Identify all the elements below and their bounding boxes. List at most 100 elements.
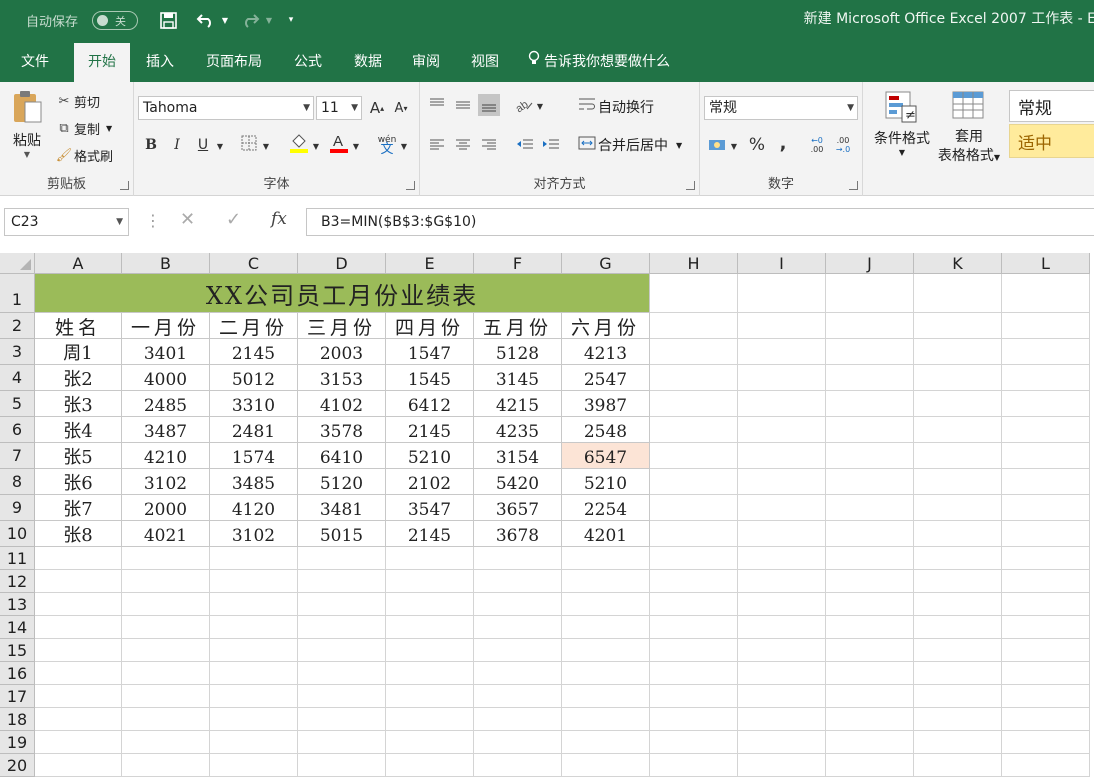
align-right-icon[interactable] xyxy=(478,134,500,156)
cell[interactable] xyxy=(1002,391,1090,417)
value-cell[interactable]: 3401 xyxy=(122,339,210,365)
cell[interactable] xyxy=(738,274,826,313)
column-header[interactable]: L xyxy=(1002,253,1090,274)
employee-name-cell[interactable]: 张4 xyxy=(35,417,122,443)
cancel-icon[interactable]: ✕ xyxy=(180,209,195,230)
value-cell[interactable]: 4000 xyxy=(122,365,210,391)
cell[interactable] xyxy=(826,685,914,708)
cell[interactable] xyxy=(826,313,914,339)
column-header[interactable]: G xyxy=(562,253,650,274)
cell[interactable] xyxy=(738,417,826,443)
row-header[interactable]: 19 xyxy=(0,731,35,754)
align-left-icon[interactable] xyxy=(426,134,448,156)
alignment-launcher-icon[interactable] xyxy=(686,181,695,190)
cell[interactable] xyxy=(386,662,474,685)
cell[interactable] xyxy=(914,639,1002,662)
percent-button[interactable]: % xyxy=(746,134,768,156)
row-header[interactable]: 6 xyxy=(0,417,35,443)
increase-decimal-icon[interactable]: ←0.00 xyxy=(806,134,828,156)
cell[interactable] xyxy=(650,639,738,662)
column-header[interactable]: K xyxy=(914,253,1002,274)
cell[interactable] xyxy=(562,616,650,639)
merge-center-button[interactable]: 合并后居中 ▼ xyxy=(576,134,682,156)
value-cell[interactable]: 2481 xyxy=(210,417,298,443)
tab-page-layout[interactable]: 页面布局 xyxy=(196,43,272,82)
cell[interactable] xyxy=(210,639,298,662)
tab-formulas[interactable]: 公式 xyxy=(282,43,334,82)
value-cell[interactable]: 3310 xyxy=(210,391,298,417)
redo-icon[interactable] xyxy=(238,8,262,32)
cell[interactable] xyxy=(386,593,474,616)
column-title-cell[interactable]: 三月份 xyxy=(298,313,386,339)
cell[interactable] xyxy=(1002,443,1090,469)
cell[interactable] xyxy=(650,365,738,391)
row-header[interactable]: 7 xyxy=(0,443,35,469)
row-header[interactable]: 8 xyxy=(0,469,35,495)
italic-button[interactable]: I xyxy=(166,134,188,156)
cell[interactable] xyxy=(386,754,474,777)
value-cell[interactable]: 4120 xyxy=(210,495,298,521)
column-title-cell[interactable]: 五月份 xyxy=(474,313,562,339)
cell[interactable] xyxy=(914,685,1002,708)
cell[interactable] xyxy=(122,708,210,731)
cell[interactable] xyxy=(35,754,122,777)
cell[interactable] xyxy=(474,754,562,777)
cell[interactable] xyxy=(210,616,298,639)
row-header[interactable]: 5 xyxy=(0,391,35,417)
cell[interactable] xyxy=(650,593,738,616)
row-header[interactable]: 20 xyxy=(0,754,35,777)
phonetic-dropdown-icon[interactable]: ▼ xyxy=(398,135,410,157)
cell[interactable] xyxy=(474,616,562,639)
cell[interactable] xyxy=(650,274,738,313)
row-header[interactable]: 4 xyxy=(0,365,35,391)
wrap-text-button[interactable]: 自动换行 xyxy=(576,96,654,118)
cell[interactable] xyxy=(122,639,210,662)
value-cell[interactable]: 3145 xyxy=(474,365,562,391)
cell[interactable] xyxy=(386,708,474,731)
redo-dropdown-icon[interactable]: ▼ xyxy=(263,8,275,32)
row-header[interactable]: 2 xyxy=(0,313,35,339)
cell[interactable] xyxy=(298,616,386,639)
orientation-icon[interactable]: ab xyxy=(514,94,536,116)
cell[interactable] xyxy=(738,391,826,417)
cell[interactable] xyxy=(1002,639,1090,662)
cell[interactable] xyxy=(650,708,738,731)
value-cell[interactable]: 2548 xyxy=(562,417,650,443)
comma-button[interactable]: , xyxy=(772,132,794,154)
cell[interactable] xyxy=(738,708,826,731)
cell[interactable] xyxy=(210,754,298,777)
column-header[interactable]: I xyxy=(738,253,826,274)
cell[interactable] xyxy=(650,313,738,339)
tab-file[interactable]: 文件 xyxy=(8,43,62,82)
row-header[interactable]: 3 xyxy=(0,339,35,365)
cell[interactable] xyxy=(122,731,210,754)
row-header[interactable]: 17 xyxy=(0,685,35,708)
cell[interactable] xyxy=(738,365,826,391)
cell[interactable] xyxy=(474,662,562,685)
align-middle-icon[interactable] xyxy=(452,94,474,116)
cell[interactable] xyxy=(122,570,210,593)
cell[interactable] xyxy=(35,639,122,662)
cell[interactable] xyxy=(122,685,210,708)
fill-color-dropdown-icon[interactable]: ▼ xyxy=(310,135,322,157)
value-cell[interactable]: 3657 xyxy=(474,495,562,521)
row-header[interactable]: 1 xyxy=(0,274,35,313)
value-cell[interactable]: 3547 xyxy=(386,495,474,521)
row-header[interactable]: 11 xyxy=(0,547,35,570)
font-size-select[interactable]: 11 ▼ xyxy=(316,96,362,120)
value-cell[interactable]: 2485 xyxy=(122,391,210,417)
select-all-corner[interactable] xyxy=(0,253,35,274)
cell[interactable] xyxy=(210,685,298,708)
column-title-cell[interactable]: 一月份 xyxy=(122,313,210,339)
column-title-cell[interactable]: 二月份 xyxy=(210,313,298,339)
value-cell[interactable]: 2003 xyxy=(298,339,386,365)
cell[interactable] xyxy=(1002,365,1090,391)
cell[interactable] xyxy=(914,313,1002,339)
font-color-button[interactable]: A xyxy=(328,132,350,158)
cell[interactable] xyxy=(914,339,1002,365)
cell[interactable] xyxy=(650,547,738,570)
cell[interactable] xyxy=(826,754,914,777)
cell[interactable] xyxy=(738,662,826,685)
tab-insert[interactable]: 插入 xyxy=(134,43,186,82)
cell[interactable] xyxy=(650,754,738,777)
